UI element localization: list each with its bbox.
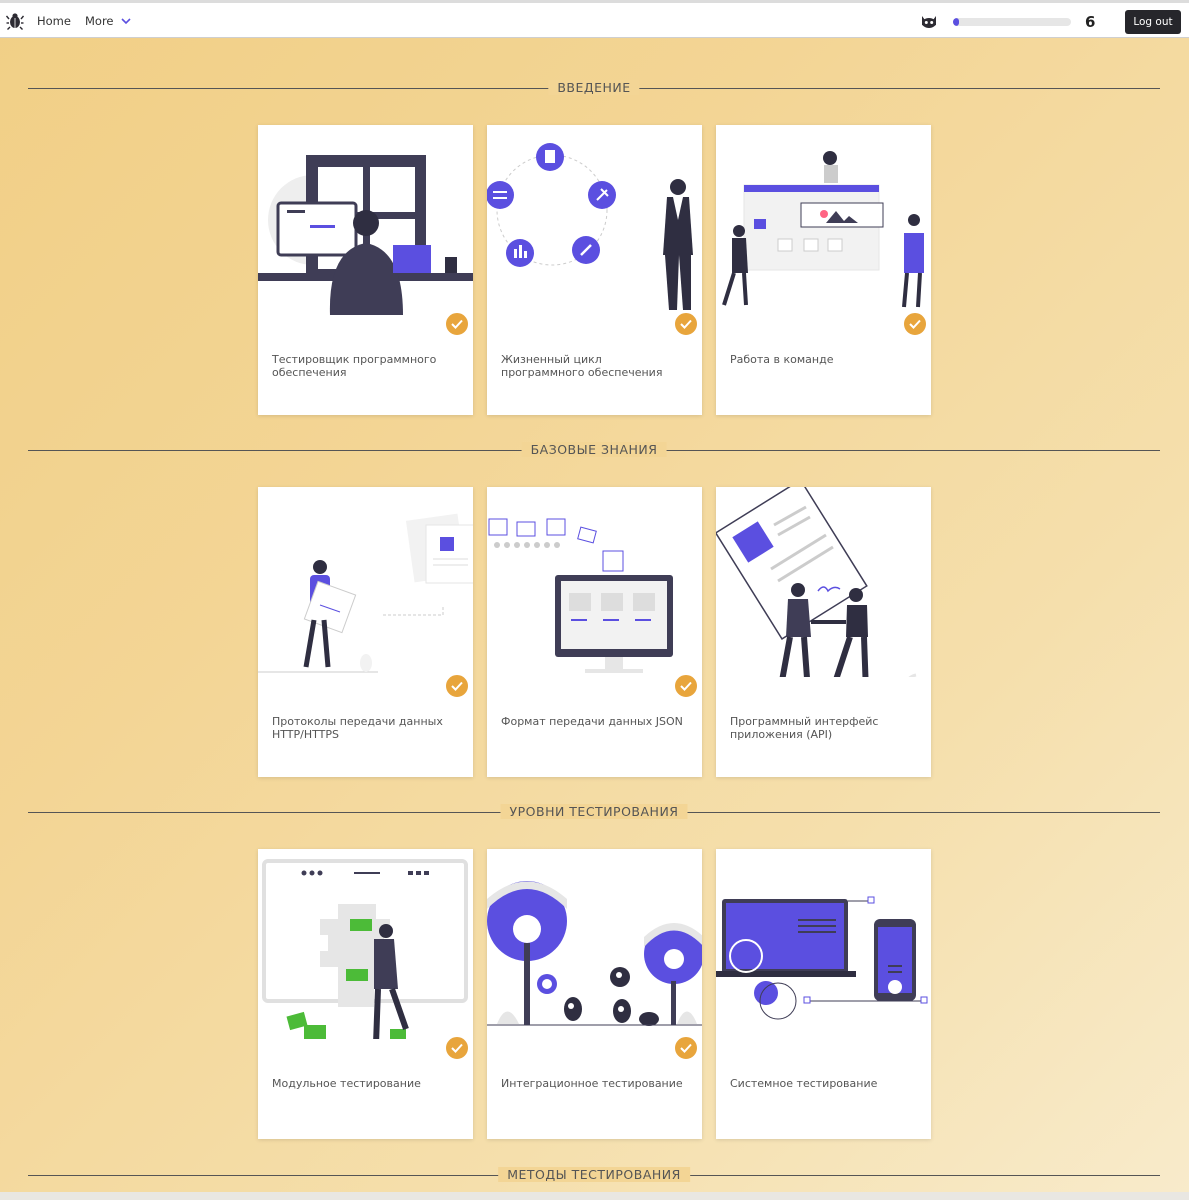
section-title: БАЗОВЫЕ ЗНАНИЯ [521,442,667,457]
chevron-down-icon [121,18,131,25]
completed-check-icon [673,311,699,337]
teamwork-illustration [722,151,924,308]
course-card[interactable]: Жизненный цикл программного обеспечения [487,125,702,415]
software-lifecycle-illustration [487,143,693,310]
unit-testing-illustration [262,859,468,1039]
card-title: Протоколы передачи данных HTTP/HTTPS [272,715,443,741]
completed-check-icon [444,1035,470,1061]
course-card[interactable]: Протоколы передачи данных HTTP/HTTPS [258,487,473,777]
card-title: Работа в команде [730,353,834,366]
card-title: Модульное тестирование [272,1077,421,1090]
section-header-test-levels: УРОВНИ ТЕСТИРОВАНИЯ [28,803,1160,823]
course-card[interactable]: Интеграционное тестирование [487,849,702,1139]
system-testing-illustration [716,896,928,1020]
http-protocols-illustration [258,513,473,673]
completed-check-icon [444,673,470,699]
card-title: Формат передачи данных JSON [501,715,683,728]
completed-check-icon [673,1035,699,1061]
completed-check-icon [444,311,470,337]
course-card[interactable]: Формат передачи данных JSON [487,487,702,777]
api-contract-illustration [716,487,917,677]
integration-testing-illustration [487,881,702,1026]
section-header-intro: ВВЕДЕНИЕ [28,79,1160,99]
software-tester-illustration [258,155,473,315]
section-title: УРОВНИ ТЕСТИРОВАНИЯ [500,804,688,819]
course-card[interactable]: Программный интерфейс приложения (API) [716,487,931,777]
bottom-edge [0,1192,1189,1200]
card-title: Тестировщик программного обеспечения [272,353,437,379]
section-title: МЕТОДЫ ТЕСТИРОВАНИЯ [498,1167,690,1182]
course-card[interactable]: Системное тестирование [716,849,931,1139]
points-counter: 6 [1085,13,1096,31]
card-title: Жизненный цикл программного обеспечения [501,353,663,379]
course-progress-bar [953,18,1071,26]
course-card[interactable]: Модульное тестирование [258,849,473,1139]
nav-home-link[interactable]: Home [37,14,71,28]
nav-more-label: More [85,14,114,28]
completed-check-icon [902,311,928,337]
course-card[interactable]: Работа в команде [716,125,931,415]
card-title: Интеграционное тестирование [501,1077,683,1090]
completed-check-icon [673,673,699,699]
card-title: Системное тестирование [730,1077,878,1090]
nav-more-dropdown[interactable]: More [85,14,131,28]
section-header-basics: БАЗОВЫЕ ЗНАНИЯ [28,441,1160,461]
card-title: Программный интерфейс приложения (API) [730,715,879,741]
json-format-illustration [488,518,673,673]
section-title: ВВЕДЕНИЕ [548,80,640,95]
section-header-test-methods: МЕТОДЫ ТЕСТИРОВАНИЯ [28,1166,1160,1186]
top-navbar: Home More 6 Log out [0,0,1189,38]
bug-logo-icon[interactable] [6,12,24,30]
logout-button[interactable]: Log out [1125,10,1181,34]
progress-fill [953,18,959,26]
cat-avatar-icon[interactable] [920,13,938,29]
course-card[interactable]: Тестировщик программного обеспечения [258,125,473,415]
